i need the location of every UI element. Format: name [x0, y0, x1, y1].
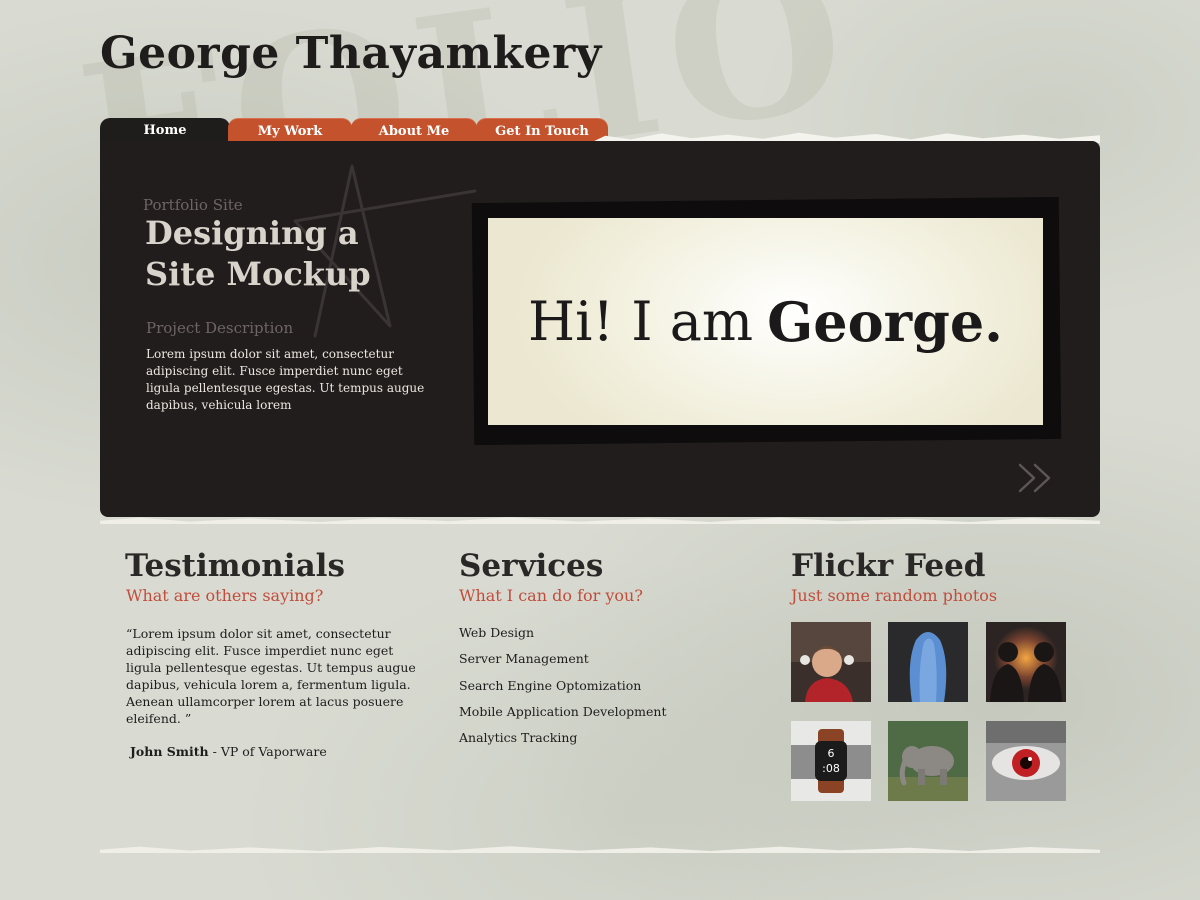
watch-minute-text: :08 — [822, 762, 840, 775]
project-description: Lorem ipsum dolor sit amet, consectetur … — [146, 347, 425, 412]
greeting-bold: George. — [767, 289, 1003, 354]
hero-screen: Hi! I am George. — [488, 218, 1043, 425]
services-subheading: What I can do for you? — [459, 586, 643, 605]
greeting-regular: Hi! I am — [528, 290, 754, 353]
next-slide-arrow-icon[interactable] — [1017, 461, 1057, 495]
service-web-design[interactable]: Web Design — [459, 624, 666, 650]
service-server-management[interactable]: Server Management — [459, 650, 666, 676]
hero-greeting: Hi! I am George. — [488, 218, 1043, 425]
flickr-photo-blue-hair[interactable] — [888, 622, 968, 702]
flickr-photo-red-eye[interactable] — [986, 721, 1066, 801]
testimonials-subheading: What are others saying? — [126, 586, 324, 605]
hero-title-line-1: Designing a — [145, 214, 359, 252]
service-analytics-tracking[interactable]: Analytics Tracking — [459, 729, 666, 755]
testimonial-author: John Smith - VP of Vaporware — [130, 744, 327, 759]
flickr-photo-child[interactable] — [791, 622, 871, 702]
hero-title-line-2: Site Mockup — [145, 255, 371, 293]
services-heading: Services — [459, 548, 604, 584]
site-title: George Thayamkery — [100, 28, 602, 79]
hero-kicker: Portfolio Site — [143, 196, 243, 214]
hero-slider: Portfolio Site Designing a Site Mockup P… — [100, 141, 1100, 517]
author-role: - VP of Vaporware — [208, 744, 327, 759]
testimonials-heading: Testimonials — [125, 548, 345, 584]
flickr-photo-smartwatch[interactable]: 6 :08 — [791, 721, 871, 801]
flickr-heading: Flickr Feed — [791, 548, 986, 584]
hero-title: Designing a Site Mockup — [145, 213, 445, 295]
footer-divider — [100, 846, 1100, 853]
service-mobile-development[interactable]: Mobile Application Development — [459, 703, 666, 729]
watch-hour-text: 6 — [828, 747, 835, 760]
flickr-photo-elephant[interactable] — [888, 721, 968, 801]
flickr-photo-silhouettes[interactable] — [986, 622, 1066, 702]
service-seo[interactable]: Search Engine Optomization — [459, 677, 666, 703]
flickr-subheading: Just some random photos — [791, 586, 998, 605]
project-description-label: Project Description — [146, 319, 294, 337]
author-name: John Smith — [130, 744, 209, 759]
divider — [100, 517, 1100, 524]
testimonial-quote: “Lorem ipsum dolor sit amet, consectetur… — [126, 626, 416, 726]
services-list: Web Design Server Management Search Engi… — [459, 624, 666, 755]
